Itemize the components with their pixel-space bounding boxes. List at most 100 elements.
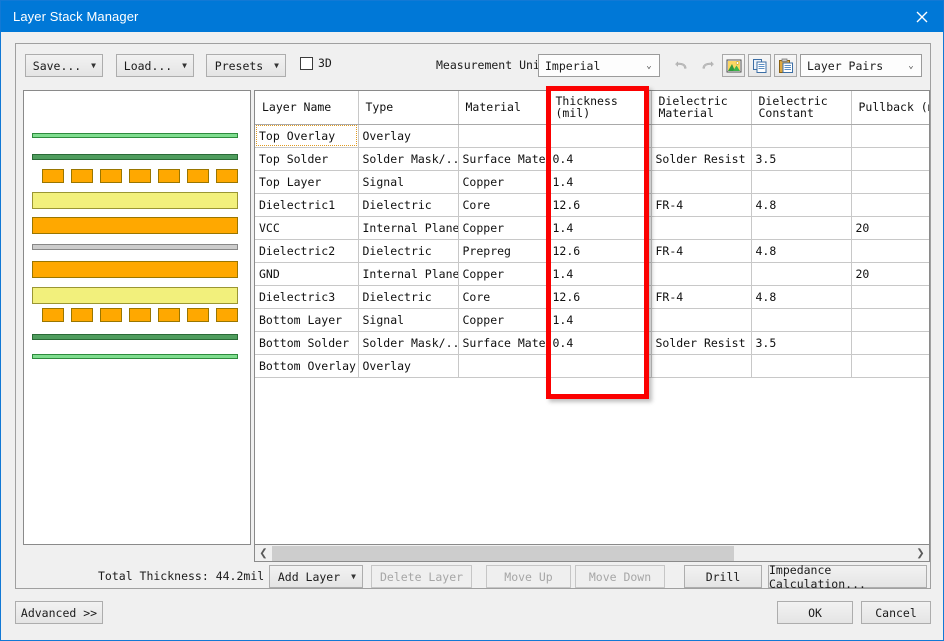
cell-type[interactable]: Signal	[358, 308, 459, 332]
cell-material[interactable]: Core	[458, 285, 549, 309]
column-header-type[interactable]: Type	[358, 91, 459, 125]
cell-dmaterial[interactable]	[651, 170, 752, 194]
cell-type[interactable]: Signal	[358, 170, 459, 194]
cell-material[interactable]: Prepreg	[458, 239, 549, 263]
delete-layer-button[interactable]: Delete Layer	[371, 565, 472, 588]
column-header-material[interactable]: Material	[458, 91, 549, 125]
advanced-button[interactable]: Advanced >>	[15, 601, 103, 624]
cell-name[interactable]: Bottom Layer	[255, 308, 359, 332]
cell-dconstant[interactable]	[751, 124, 852, 148]
stack-preview-panel[interactable]	[23, 90, 251, 545]
cell-name[interactable]: Dielectric2	[255, 239, 359, 263]
cell-material[interactable]	[458, 354, 549, 378]
cell-dconstant[interactable]: 4.8	[751, 239, 852, 263]
close-icon[interactable]	[899, 1, 943, 32]
chevron-down-icon[interactable]: ▼	[345, 572, 362, 581]
cell-dmaterial[interactable]	[651, 216, 752, 240]
cell-dmaterial[interactable]: Solder Resist	[651, 331, 752, 355]
cell-type[interactable]: Overlay	[358, 124, 459, 148]
cell-material[interactable]	[458, 124, 549, 148]
column-header-thickness[interactable]: Thickness (mil)	[548, 91, 652, 125]
column-header-layer-name[interactable]: Layer Name	[255, 91, 359, 125]
cell-dmaterial[interactable]: FR-4	[651, 193, 752, 217]
redo-icon[interactable]	[696, 54, 719, 77]
chevron-down-icon[interactable]: ▼	[176, 61, 193, 70]
table-row[interactable]: Top Layer Signal Copper 1.4	[255, 170, 929, 194]
cell-dmaterial[interactable]	[651, 308, 752, 332]
cell-dmaterial[interactable]	[651, 124, 752, 148]
cell-pullback[interactable]: 20	[851, 216, 929, 240]
image-icon[interactable]	[722, 54, 745, 77]
cell-dconstant[interactable]	[751, 308, 852, 332]
copy-icon[interactable]	[748, 54, 771, 77]
table-row[interactable]: Bottom Layer Signal Copper 1.4	[255, 308, 929, 332]
cell-thickness[interactable]	[548, 354, 652, 378]
scroll-right-arrow-icon[interactable]: ❯	[912, 545, 929, 562]
chevron-down-icon[interactable]: ⌄	[901, 61, 921, 71]
cell-dmaterial[interactable]	[651, 354, 752, 378]
scrollbar-thumb[interactable]	[272, 545, 734, 561]
cell-pullback[interactable]	[851, 239, 929, 263]
cell-name[interactable]: Top Solder	[255, 147, 359, 171]
move-down-button[interactable]: Move Down	[575, 565, 665, 588]
cell-thickness[interactable]: 1.4	[548, 170, 652, 194]
table-row[interactable]: Dielectric1 Dielectric Core 12.6 FR-4 4.8	[255, 193, 929, 217]
cell-type[interactable]: Solder Mask/...	[358, 331, 459, 355]
cell-material[interactable]: Surface Mate...	[458, 147, 549, 171]
column-header-pullback[interactable]: Pullback (mi	[851, 91, 929, 125]
cell-dmaterial[interactable]: Solder Resist	[651, 147, 752, 171]
move-up-button[interactable]: Move Up	[486, 565, 571, 588]
cell-pullback[interactable]	[851, 147, 929, 171]
table-horizontal-scrollbar[interactable]: ❮ ❯	[254, 545, 930, 562]
cell-thickness[interactable]: 12.6	[548, 285, 652, 309]
drill-button[interactable]: Drill	[684, 565, 762, 588]
cell-material[interactable]: Surface Mate...	[458, 331, 549, 355]
add-layer-button[interactable]: Add Layer ▼	[269, 565, 363, 588]
cell-name[interactable]: Bottom Overlay	[255, 354, 359, 378]
cell-thickness[interactable]: 1.4	[548, 216, 652, 240]
cell-thickness[interactable]: 1.4	[548, 262, 652, 286]
cell-type[interactable]: Dielectric	[358, 239, 459, 263]
cell-name[interactable]: Dielectric1	[255, 193, 359, 217]
checkbox-box-icon[interactable]	[300, 56, 313, 70]
cell-name[interactable]: VCC	[255, 216, 359, 240]
cell-thickness[interactable]	[548, 124, 652, 148]
cell-type[interactable]: Solder Mask/...	[358, 147, 459, 171]
layer-pairs-select[interactable]: Layer Pairs ⌄	[800, 54, 922, 77]
undo-icon[interactable]	[670, 54, 693, 77]
chevron-down-icon[interactable]: ⌄	[639, 61, 659, 71]
table-row[interactable]: Bottom Overlay Overlay	[255, 354, 929, 378]
chevron-down-icon[interactable]: ▼	[85, 61, 102, 70]
cell-material[interactable]: Copper	[458, 262, 549, 286]
paste-icon[interactable]	[774, 54, 797, 77]
table-row[interactable]: Top Overlay Overlay	[255, 124, 929, 148]
cell-dconstant[interactable]: 4.8	[751, 193, 852, 217]
cell-pullback[interactable]	[851, 285, 929, 309]
cell-dmaterial[interactable]	[651, 262, 752, 286]
column-header-dielectric-constant[interactable]: Dielectric Constant	[751, 91, 852, 125]
cell-pullback[interactable]	[851, 354, 929, 378]
column-header-dielectric-material[interactable]: Dielectric Material	[651, 91, 752, 125]
cell-dconstant[interactable]	[751, 170, 852, 194]
scroll-left-arrow-icon[interactable]: ❮	[255, 545, 272, 562]
cell-material[interactable]: Core	[458, 193, 549, 217]
impedance-calculation-button[interactable]: Impedance Calculation...	[768, 563, 927, 591]
cell-dconstant[interactable]: 3.5	[751, 331, 852, 355]
cell-type[interactable]: Dielectric	[358, 285, 459, 309]
scrollbar-track[interactable]	[272, 545, 912, 562]
threed-checkbox[interactable]: 3D	[300, 56, 332, 70]
cell-dconstant[interactable]	[751, 262, 852, 286]
table-row[interactable]: GND Internal Plane Copper 1.4 20	[255, 262, 929, 286]
cell-thickness[interactable]: 0.4	[548, 147, 652, 171]
save-button[interactable]: Save... ▼	[25, 54, 103, 77]
cell-thickness[interactable]: 0.4	[548, 331, 652, 355]
table-row[interactable]: Top SolderSolder Mask/...Surface Mate...…	[255, 147, 929, 171]
cell-name[interactable]: Bottom Solder	[255, 331, 359, 355]
cell-pullback[interactable]	[851, 331, 929, 355]
cell-name[interactable]: Top Overlay	[255, 124, 359, 148]
cell-thickness[interactable]: 12.6	[548, 193, 652, 217]
cell-material[interactable]: Copper	[458, 170, 549, 194]
cell-type[interactable]: Internal Plane	[358, 262, 459, 286]
table-row[interactable]: Bottom Solder Solder Mask/... Surface Mate…	[255, 331, 929, 355]
cell-thickness[interactable]: 12.6	[548, 239, 652, 263]
